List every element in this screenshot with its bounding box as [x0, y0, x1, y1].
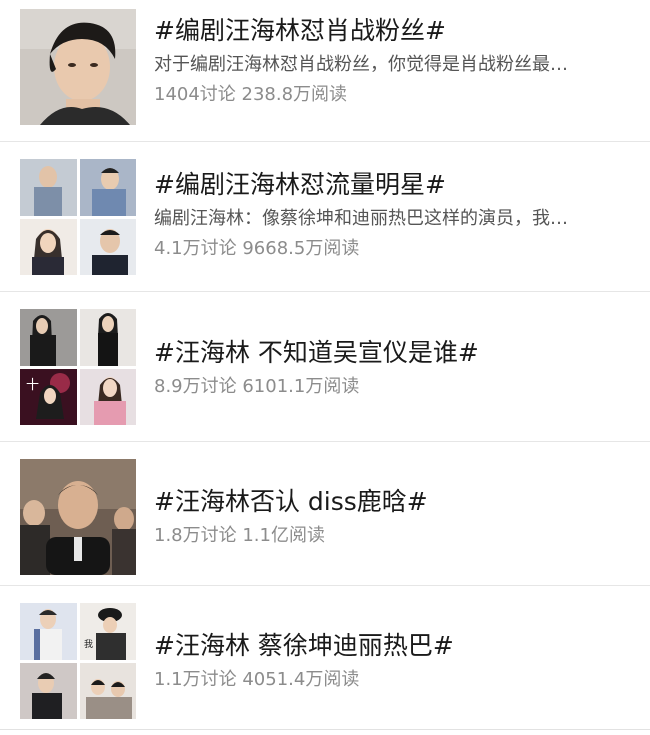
portrait-image	[20, 9, 136, 125]
topic-stats: 1404讨论 238.8万阅读	[154, 84, 348, 105]
topic-row[interactable]: #编剧汪海林怼肖战粉丝# 对于编剧汪海林怼肖战粉丝，你觉得是肖战粉丝最… 140…	[0, 0, 650, 142]
topic-title: #编剧汪海林怼流量明星#	[154, 170, 446, 199]
topic-thumbnail[interactable]	[20, 459, 136, 575]
topic-row[interactable]: 我 #汪海林 蔡徐坤迪丽热巴# 1.1万讨论 4051.4万阅读	[0, 586, 650, 730]
thumbnail-grid	[20, 159, 136, 275]
svg-text:十: 十	[26, 378, 39, 393]
topic-list: #编剧汪海林怼肖战粉丝# 对于编剧汪海林怼肖战粉丝，你觉得是肖战粉丝最… 140…	[0, 0, 650, 735]
topic-stats: 1.8万讨论 1.1亿阅读	[154, 525, 325, 546]
topic-row[interactable]: #编剧汪海林怼流量明星# 编剧汪海林：像蔡徐坤和迪丽热巴这样的演员，我… 4.1…	[0, 142, 650, 292]
topic-row[interactable]: #汪海林否认 diss鹿晗# 1.8万讨论 1.1亿阅读	[0, 442, 650, 586]
topic-row[interactable]: 十 #汪海林 不知道吴宣仪是谁# 8.9万讨论 6101.1万阅读	[0, 292, 650, 442]
topic-thumbnail[interactable]	[20, 159, 136, 275]
topic-stats: 4.1万讨论 9668.5万阅读	[154, 238, 360, 259]
svg-text:我: 我	[84, 639, 93, 650]
topic-description: 对于编剧汪海林怼肖战粉丝，你觉得是肖战粉丝最…	[154, 54, 568, 75]
topic-title: #汪海林 不知道吴宣仪是谁#	[154, 338, 479, 367]
topic-title: #编剧汪海林怼肖战粉丝#	[154, 16, 446, 45]
thumbnail-grid: 十	[20, 309, 136, 425]
topic-thumbnail[interactable]: 十	[20, 309, 136, 425]
topic-stats: 1.1万讨论 4051.4万阅读	[154, 669, 360, 690]
topic-title: #汪海林否认 diss鹿晗#	[154, 487, 428, 516]
topic-thumbnail[interactable]: 我	[20, 603, 136, 719]
topic-stats: 8.9万讨论 6101.1万阅读	[154, 376, 360, 397]
topic-thumbnail[interactable]	[20, 9, 136, 125]
topic-title: #汪海林 蔡徐坤迪丽热巴#	[154, 631, 454, 660]
person-photo	[20, 459, 136, 575]
topic-description: 编剧汪海林：像蔡徐坤和迪丽热巴这样的演员，我…	[154, 208, 568, 229]
thumbnail-grid: 我	[20, 603, 136, 719]
